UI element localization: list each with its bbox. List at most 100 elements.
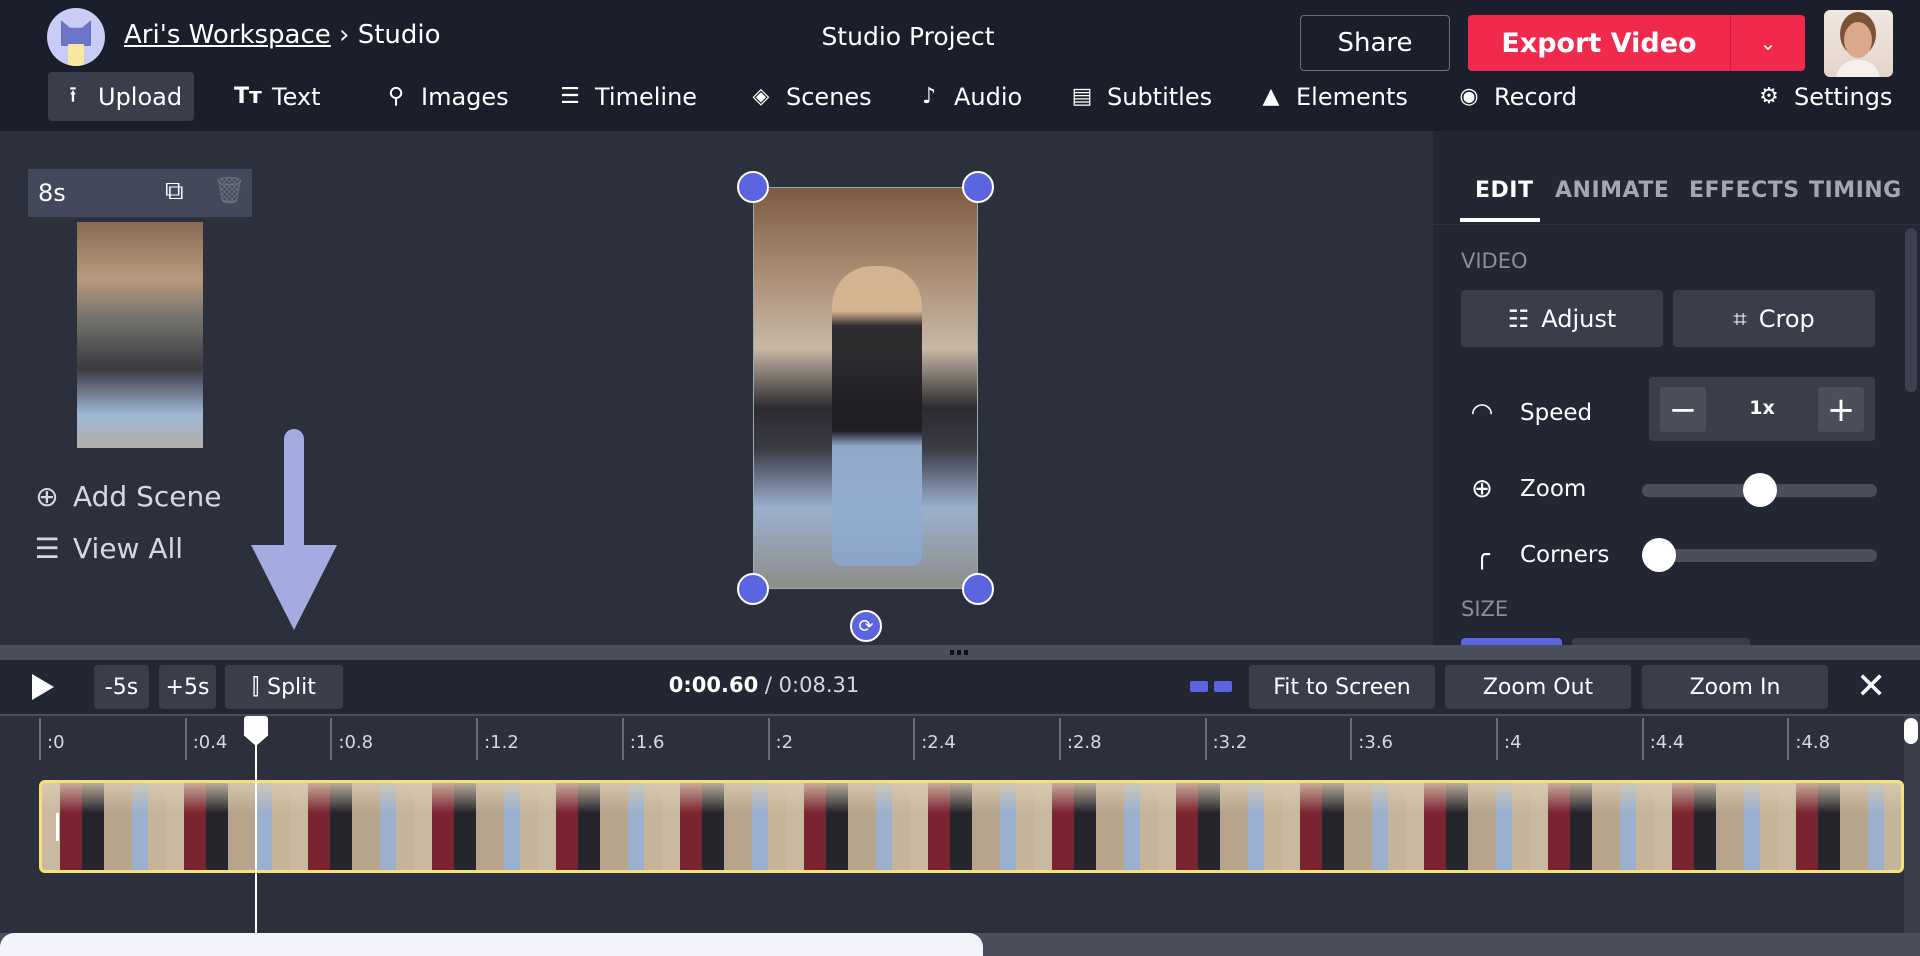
tab-timing[interactable]: TIMING bbox=[1809, 178, 1902, 203]
zoom-row: ⊕ Zoom bbox=[1466, 474, 1586, 504]
share-button[interactable]: Share bbox=[1300, 15, 1450, 71]
nav-label: Elements bbox=[1296, 82, 1408, 111]
play-icon[interactable] bbox=[32, 674, 54, 700]
total-time: 0:08.31 bbox=[778, 673, 860, 697]
nav-settings[interactable]: ⚙ Settings bbox=[1744, 72, 1904, 121]
resize-handle-top-right[interactable] bbox=[962, 171, 994, 203]
fit-to-screen-button[interactable]: Fit to Screen bbox=[1249, 665, 1435, 709]
workspace-logo[interactable] bbox=[47, 8, 105, 66]
project-title[interactable]: Studio Project bbox=[808, 22, 1008, 51]
split-button[interactable]: ⫿ Split bbox=[225, 665, 343, 709]
export-button-group: Export Video ⌄ bbox=[1468, 15, 1805, 71]
duplicate-icon[interactable]: ⧉ bbox=[165, 176, 184, 207]
playhead-line bbox=[255, 716, 257, 933]
add-scene-button[interactable]: ⊕ Add Scene bbox=[31, 480, 221, 513]
export-video-button[interactable]: Export Video bbox=[1468, 15, 1730, 71]
breadcrumb-current: Studio bbox=[357, 20, 441, 50]
timeline-vertical-scrollbar[interactable] bbox=[1904, 716, 1920, 933]
speedometer-icon: ◠ bbox=[1470, 398, 1494, 428]
ruler-tick-label: :1.2 bbox=[476, 718, 519, 760]
ruler-tick-label: :4 bbox=[1496, 718, 1522, 760]
skip-forward-button[interactable]: +5s bbox=[159, 665, 216, 709]
snap-icon[interactable] bbox=[1190, 677, 1236, 697]
breadcrumb-separator: › bbox=[339, 20, 350, 50]
nav-label: Settings bbox=[1794, 82, 1893, 111]
nav-audio[interactable]: ♪ Audio bbox=[904, 72, 1034, 121]
speed-value: 1x bbox=[1749, 397, 1775, 419]
rotate-icon[interactable]: ⟳ bbox=[850, 610, 882, 642]
nav-label: Record bbox=[1494, 82, 1577, 111]
zoom-slider[interactable] bbox=[1642, 473, 1877, 507]
nav-text[interactable]: Tт Text bbox=[222, 72, 333, 121]
close-icon[interactable]: ✕ bbox=[1856, 666, 1886, 707]
video-element[interactable] bbox=[753, 187, 978, 589]
timeline-horizontal-scrollbar[interactable] bbox=[0, 933, 1920, 956]
time-display: 0:00.60 / 0:08.31 bbox=[564, 673, 964, 697]
corners-slider-thumb[interactable] bbox=[1642, 538, 1676, 572]
crop-icon: ⌗ bbox=[1733, 304, 1747, 333]
nav-timeline[interactable]: ☰ Timeline bbox=[545, 72, 709, 121]
sliders-icon: ☷ bbox=[1507, 304, 1530, 333]
adjust-button[interactable]: ☷ Adjust bbox=[1461, 290, 1663, 347]
scene-thumbnail[interactable] bbox=[77, 222, 203, 448]
zoom-label: Zoom bbox=[1520, 476, 1587, 502]
video-section-label: VIDEO bbox=[1461, 249, 1528, 273]
trash-icon[interactable]: 🗑 bbox=[213, 176, 246, 206]
ruler-tick-label: :0 bbox=[39, 718, 65, 760]
clip-trim-handle[interactable] bbox=[56, 813, 59, 841]
video-clip-track[interactable] bbox=[39, 780, 1904, 873]
ruler-tick-label: :2.8 bbox=[1058, 718, 1102, 760]
adjust-label: Adjust bbox=[1541, 304, 1617, 333]
nav-images[interactable]: ⚲ Images bbox=[371, 72, 521, 121]
subtitles-icon: ▤ bbox=[1071, 84, 1093, 109]
zoom-in-button[interactable]: Zoom In bbox=[1642, 665, 1828, 709]
tab-effects[interactable]: EFFECTS bbox=[1689, 178, 1800, 203]
add-scene-label: Add Scene bbox=[73, 480, 222, 513]
avatar[interactable] bbox=[1824, 10, 1893, 77]
layers-icon: ◈ bbox=[752, 84, 770, 109]
chevron-down-icon[interactable]: ⌄ bbox=[1730, 15, 1805, 71]
skip-back-button[interactable]: -5s bbox=[94, 665, 149, 709]
workspace-link[interactable]: Ari's Workspace bbox=[124, 20, 331, 50]
timeline-icon: ☰ bbox=[560, 84, 580, 109]
tab-edit[interactable]: EDIT bbox=[1475, 178, 1533, 203]
ruler-tick-label: :1.6 bbox=[621, 718, 665, 760]
nav-label: Upload bbox=[98, 82, 183, 111]
nav-upload[interactable]: ⭱ Upload bbox=[48, 72, 195, 121]
ruler-tick-label: :0.8 bbox=[330, 718, 373, 760]
scene-card-header[interactable]: 8s ⧉ 🗑 bbox=[28, 169, 252, 217]
tab-animate[interactable]: ANIMATE bbox=[1555, 178, 1669, 203]
panel-scrollbar[interactable] bbox=[1905, 228, 1917, 392]
breadcrumb: Ari's Workspace › Studio bbox=[124, 20, 441, 50]
speed-increase-button[interactable]: + bbox=[1818, 387, 1864, 432]
corner-radius-icon: ╭ bbox=[1474, 540, 1490, 570]
ruler-tick-label: :2 bbox=[767, 718, 793, 760]
music-note-icon: ♪ bbox=[921, 84, 937, 109]
ruler-tick-label: :4.8 bbox=[1787, 718, 1830, 760]
resize-handle-bottom-right[interactable] bbox=[962, 573, 994, 605]
nav-elements[interactable]: ▲ Elements bbox=[1246, 72, 1420, 121]
nav-subtitles[interactable]: ▤ Subtitles bbox=[1057, 72, 1224, 121]
ruler-tick-label: :2.4 bbox=[913, 718, 956, 760]
gear-icon: ⚙ bbox=[1759, 84, 1779, 109]
timeline-toolbar: -5s +5s ⫿ Split 0:00.60 / 0:08.31 Fit to … bbox=[0, 660, 1920, 714]
size-option-button[interactable] bbox=[1461, 638, 1562, 645]
plus-circle-icon: ⊕ bbox=[35, 480, 59, 513]
speed-decrease-button[interactable]: − bbox=[1660, 387, 1706, 432]
zoom-out-button[interactable]: Zoom Out bbox=[1445, 665, 1631, 709]
zoom-slider-thumb[interactable] bbox=[1742, 473, 1777, 507]
size-option-button[interactable] bbox=[1572, 638, 1750, 645]
crop-button[interactable]: ⌗ Crop bbox=[1673, 290, 1875, 347]
nav-record[interactable]: ◉ Record bbox=[1444, 72, 1589, 121]
nav-scenes[interactable]: ◈ Scenes bbox=[736, 72, 884, 121]
resize-handle-top-left[interactable] bbox=[737, 171, 769, 203]
corners-slider[interactable] bbox=[1642, 538, 1877, 572]
speed-row: ◠ Speed bbox=[1466, 398, 1592, 428]
ruler-tick-label: :3.2 bbox=[1204, 718, 1247, 760]
crop-label: Crop bbox=[1758, 304, 1815, 333]
timeline-resize-handle[interactable] bbox=[0, 645, 1920, 660]
scrollbar-thumb[interactable] bbox=[0, 933, 983, 956]
view-all-button[interactable]: ☰ View All bbox=[31, 532, 183, 565]
resize-handle-bottom-left[interactable] bbox=[737, 573, 769, 605]
nav-label: Images bbox=[421, 82, 509, 111]
